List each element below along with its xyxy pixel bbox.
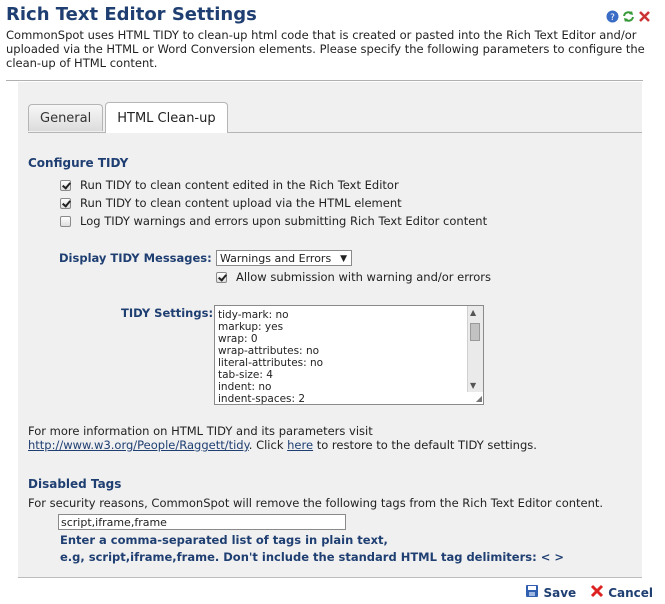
tidy-settings-content: tidy-mark: no markup: yes wrap: 0 wrap-a… [218, 309, 324, 405]
scroll-down-icon[interactable]: ▼ [470, 381, 476, 390]
scrollbar[interactable]: ▲ ▼ [467, 306, 483, 392]
disabled-tags-input[interactable]: script,iframe,frame [58, 514, 346, 530]
save-button[interactable]: Save [525, 584, 576, 601]
svg-text:?: ? [610, 13, 615, 23]
option-rich-text[interactable]: Run TIDY to clean content edited in the … [60, 178, 399, 192]
cancel-label: Cancel [608, 585, 653, 600]
setting-line: wrap: 0 [218, 333, 258, 345]
display-messages-label: Display TIDY Messages: [59, 251, 212, 265]
cancel-button[interactable]: Cancel [590, 584, 653, 601]
scroll-thumb[interactable] [470, 323, 480, 341]
header-icons: ? [606, 10, 651, 23]
select-value: Warnings and Errors [220, 251, 332, 265]
tidy-settings-textarea[interactable]: tidy-mark: no markup: yes wrap: 0 wrap-a… [214, 305, 484, 405]
tidy-settings-label: TIDY Settings: [121, 306, 214, 320]
info-line-links: http://www.w3.org/People/Raggett/tidy. C… [28, 438, 537, 452]
checkbox[interactable] [60, 197, 71, 209]
option-html-element[interactable]: Run TIDY to clean content upload via the… [60, 196, 402, 210]
tidy-docs-link[interactable]: http://www.w3.org/People/Raggett/tidy [28, 438, 249, 452]
cancel-icon [590, 584, 604, 601]
resize-grip-icon[interactable]: ◢ [476, 394, 482, 403]
save-label: Save [543, 585, 577, 600]
disabled-tags-description: For security reasons, CommonSpot will re… [28, 496, 604, 510]
info-text: . Click [248, 438, 288, 452]
option-label: Run TIDY to clean content edited in the … [80, 178, 399, 192]
setting-line: tidy-mark: no [218, 309, 289, 321]
refresh-icon[interactable] [622, 10, 635, 23]
checkbox[interactable] [60, 215, 71, 227]
divider [6, 80, 643, 81]
checkbox[interactable] [60, 179, 71, 191]
checkbox[interactable] [216, 271, 227, 283]
disabled-tags-heading: Disabled Tags [28, 477, 122, 491]
setting-line: indent-spaces: 2 [218, 393, 306, 405]
intro-text: CommonSpot uses HTML TIDY to clean-up ht… [6, 28, 645, 70]
setting-line: literal-attributes: no [218, 357, 324, 369]
disabled-tags-hint: Enter a comma-separated list of tags in … [60, 532, 564, 566]
tab-general[interactable]: General [28, 104, 104, 131]
chevron-down-icon: ▼ [340, 254, 347, 264]
option-label: Log TIDY warnings and errors upon submit… [80, 214, 488, 228]
restore-defaults-link[interactable]: here [287, 438, 313, 452]
action-buttons: Save Cancel [525, 584, 653, 601]
configure-tidy-heading: Configure TIDY [28, 156, 129, 170]
hint-line: Enter a comma-separated list of tags in … [60, 533, 388, 547]
tab-html-cleanup[interactable]: HTML Clean-up [105, 102, 228, 133]
info-text: to restore to the default TIDY settings. [313, 438, 537, 452]
info-line: For more information on HTML TIDY and it… [28, 424, 373, 438]
hint-line: e.g, script,iframe,frame. Don't include … [60, 550, 564, 564]
scroll-up-icon[interactable]: ▲ [470, 308, 476, 317]
close-icon[interactable] [638, 10, 651, 23]
page-title: Rich Text Editor Settings [6, 4, 257, 25]
option-log-warnings[interactable]: Log TIDY warnings and errors upon submit… [60, 214, 487, 228]
tidy-info: For more information on HTML TIDY and it… [28, 424, 537, 452]
allow-submission-label: Allow submission with warning and/or err… [236, 270, 492, 284]
display-messages-select[interactable]: Warnings and Errors ▼ [216, 250, 352, 266]
setting-line: wrap-attributes: no [218, 345, 320, 357]
tab-bar: General HTML Clean-up [28, 102, 230, 133]
help-icon[interactable]: ? [606, 10, 619, 23]
setting-line: markup: yes [218, 321, 284, 333]
save-icon [525, 584, 539, 601]
option-label: Run TIDY to clean content upload via the… [80, 196, 402, 210]
setting-line: tab-size: 4 [218, 369, 273, 381]
setting-line: indent: no [218, 381, 272, 393]
allow-submission-option[interactable]: Allow submission with warning and/or err… [216, 270, 491, 284]
